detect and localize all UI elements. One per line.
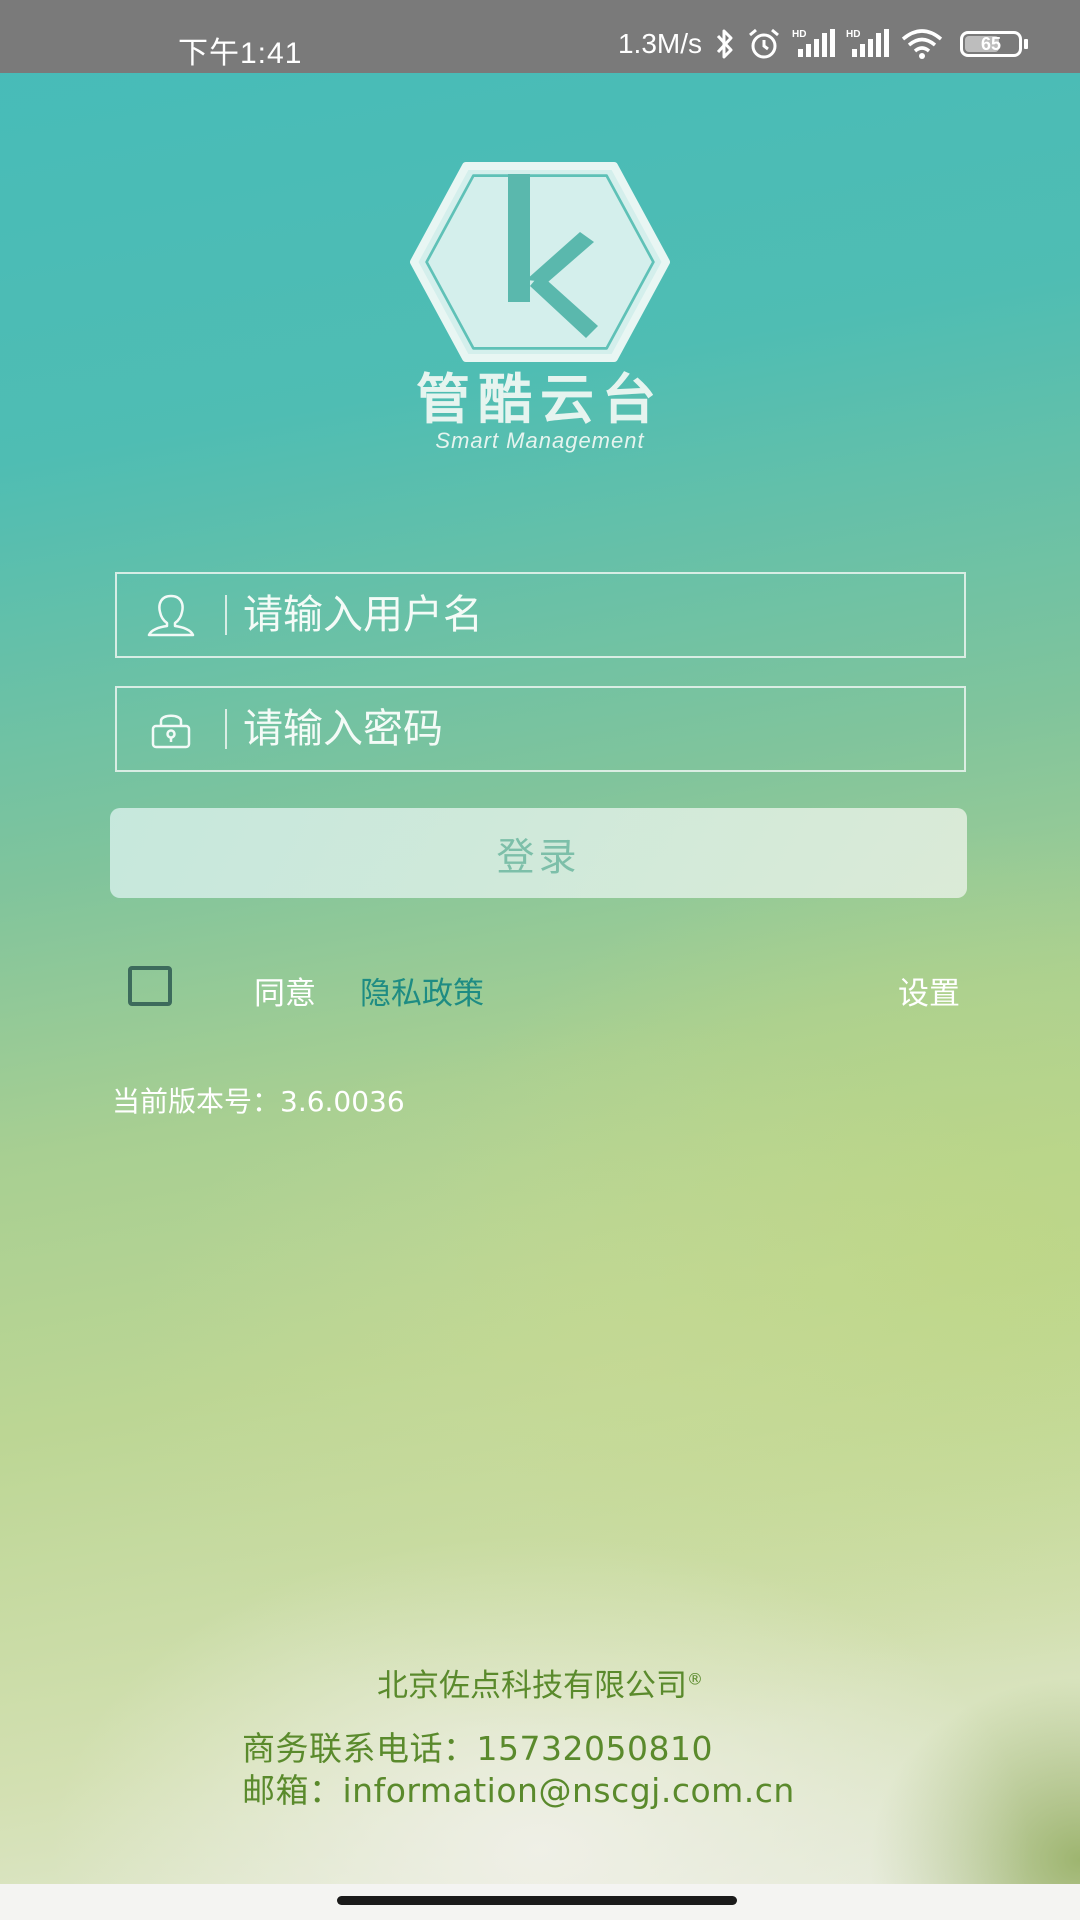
signal-hd-icon: HD — [846, 27, 890, 61]
battery-tip — [1024, 39, 1028, 49]
login-screen: 下午1:41 1.3M/s HD HD 65 管酷云台 Smart Manage… — [0, 0, 1080, 1920]
app-logo-icon — [410, 162, 670, 362]
registered-mark: ® — [687, 1669, 703, 1689]
version-text: 当前版本号：3.6.0036 — [112, 1085, 405, 1118]
app-title: 管酷云台 — [416, 368, 664, 431]
lock-icon — [117, 709, 225, 749]
password-input[interactable] — [227, 688, 964, 770]
navigation-bar — [0, 1884, 1080, 1920]
login-button[interactable]: 登录 — [110, 808, 967, 898]
bluetooth-icon — [714, 27, 736, 61]
alarm-icon — [746, 27, 782, 61]
privacy-policy-link[interactable]: 隐私政策 — [360, 968, 484, 1013]
home-indicator[interactable] — [337, 1896, 737, 1905]
password-field[interactable] — [115, 686, 966, 772]
status-icons: 1.3M/s HD HD 65 — [618, 26, 1028, 62]
signal-hd-icon: HD — [792, 27, 836, 61]
agree-checkbox[interactable] — [128, 966, 172, 1006]
battery-icon: 65 — [960, 31, 1022, 57]
contact-email: 邮箱：information@nscgj.com.cn — [242, 1771, 795, 1810]
agreement-row: 同意 隐私政策 设置 — [128, 966, 968, 1013]
username-field[interactable] — [115, 572, 966, 658]
status-bar: 下午1:41 1.3M/s HD HD 65 — [0, 0, 1080, 73]
battery-level: 65 — [980, 33, 1002, 54]
company-label: 北京佐点科技有限公司 — [377, 1668, 687, 1704]
company-name: 北京佐点科技有限公司® — [0, 1660, 1080, 1705]
network-speed: 1.3M/s — [617, 28, 702, 59]
status-time: 下午1:41 — [178, 37, 303, 70]
settings-link[interactable]: 设置 — [898, 968, 960, 1013]
wifi-icon — [900, 27, 944, 61]
app-subtitle: Smart Management — [435, 428, 645, 453]
agree-label: 同意 — [254, 976, 316, 1012]
contact-phone: 商务联系电话：15732050810 — [242, 1729, 713, 1768]
svg-text:HD: HD — [792, 29, 806, 40]
svg-text:HD: HD — [846, 29, 860, 40]
username-input[interactable] — [227, 574, 964, 656]
user-icon — [117, 592, 225, 638]
